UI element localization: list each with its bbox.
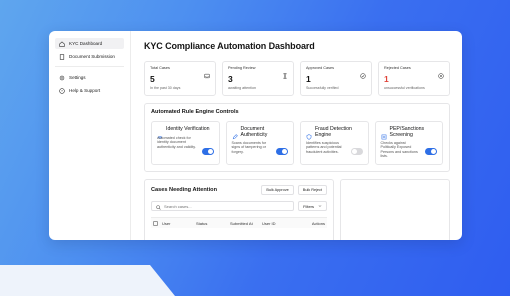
- help-circle-icon: ?: [59, 87, 65, 94]
- filters-label: Filters: [303, 203, 314, 209]
- filters-dropdown[interactable]: Filters: [298, 201, 327, 211]
- home-icon: [59, 41, 65, 47]
- rule-toggle-pep[interactable]: [425, 148, 437, 155]
- bulk-reject-button[interactable]: Bulk Reject: [297, 185, 327, 195]
- stat-subtext: awaiting attention: [228, 86, 256, 90]
- chevron-down-icon: [318, 204, 322, 209]
- stat-card-total: Total Cases 5 In the past 30 days: [144, 61, 216, 96]
- rule-description: Scans documents for signs of tampering o…: [231, 141, 267, 154]
- stat-subtext: unsuccessful verifications: [384, 86, 425, 90]
- search-box: [151, 201, 295, 211]
- rule-card-identity: Identity Verification Automated check fo…: [151, 121, 220, 165]
- stat-value: 1: [384, 74, 389, 84]
- list-icon: [381, 127, 387, 140]
- sidebar-item-label: Document Submission: [69, 54, 115, 59]
- gear-icon: [59, 75, 65, 81]
- column-header-submitted[interactable]: Submitted At: [230, 221, 262, 226]
- table-header: User Status Submitted At User ID Actions: [151, 217, 327, 228]
- page-title: KYC Compliance Automation Dashboard: [144, 41, 315, 51]
- stat-subtext: In the past 30 days: [150, 86, 181, 90]
- bottom-row: Cases Needing Attention Bulk Approve Bul…: [144, 179, 450, 240]
- rule-engine-panel: Automated Rule Engine Controls Identity …: [144, 103, 450, 172]
- svg-text:?: ?: [61, 89, 63, 93]
- cases-title: Cases Needing Attention: [151, 187, 217, 193]
- cases-panel: Cases Needing Attention Bulk Approve Bul…: [144, 179, 334, 240]
- rule-name: PEP/Sanctions Screening: [389, 126, 425, 138]
- stat-value: 3: [228, 74, 233, 84]
- search-icon: [156, 197, 161, 215]
- rule-description: Identifies suspicious patterns and poten…: [306, 141, 342, 154]
- stat-label: Pending Review: [228, 66, 256, 70]
- rule-name: Document Authenticity: [240, 126, 268, 138]
- app-window: KYC Dashboard Document Submission Settin…: [49, 31, 462, 240]
- stat-value: 5: [150, 74, 155, 84]
- document-icon: [59, 53, 65, 60]
- rule-name: Fraud Detection Engine: [315, 126, 352, 138]
- sidebar-item-label: Help & Support: [69, 88, 101, 93]
- column-header-actions: Actions: [311, 220, 325, 226]
- side-panel: [340, 179, 450, 240]
- sidebar-item-settings[interactable]: Settings: [55, 72, 124, 83]
- rule-card-pep: PEP/Sanctions Screening Checks against P…: [374, 121, 443, 165]
- sidebar-item-help[interactable]: ? Help & Support: [55, 85, 124, 96]
- column-header-status[interactable]: Status: [196, 221, 230, 226]
- search-input[interactable]: [164, 203, 290, 209]
- rule-description: Checks against Politically Exposed Perso…: [380, 141, 418, 159]
- main-content: KYC Compliance Automation Dashboard Tota…: [131, 31, 462, 240]
- check-circle-icon: [360, 66, 366, 79]
- rule-toggle-fraud[interactable]: [350, 148, 363, 155]
- rule-card-document: Document Authenticity Scans documents fo…: [225, 121, 294, 165]
- column-header-user-id[interactable]: User ID: [262, 221, 298, 226]
- sidebar: KYC Dashboard Document Submission Settin…: [49, 31, 131, 240]
- rule-toggle-document[interactable]: [276, 148, 288, 155]
- bulk-approve-button[interactable]: Bulk Approve: [261, 185, 294, 195]
- fingerprint-icon: [157, 127, 163, 139]
- stat-card-rejected: Rejected Cases 1 unsuccessful verificati…: [378, 61, 450, 96]
- pen-icon: [232, 127, 238, 140]
- stats-row: Total Cases 5 In the past 30 days Pendin…: [144, 61, 450, 96]
- stat-value: 1: [306, 74, 311, 84]
- stat-label: Rejected Cases: [384, 66, 411, 70]
- sidebar-item-document-submission[interactable]: Document Submission: [55, 51, 124, 62]
- sidebar-item-label: KYC Dashboard: [69, 41, 103, 46]
- sidebar-divider: [55, 66, 124, 67]
- hourglass-icon: [282, 66, 288, 79]
- rule-name: Identity Verification: [166, 126, 210, 132]
- stat-card-approved: Approved Cases 1 Successfully verified: [300, 61, 372, 96]
- stat-card-pending: Pending Review 3 awaiting attention: [222, 61, 294, 96]
- column-header-user[interactable]: User: [162, 221, 196, 226]
- select-all-checkbox[interactable]: [153, 220, 158, 226]
- rule-card-fraud: Fraud Detection Engine Identifies suspic…: [300, 121, 369, 165]
- rule-description: Automated check for identity document au…: [157, 136, 196, 149]
- inbox-icon: [204, 66, 210, 79]
- stat-label: Total Cases: [150, 66, 170, 70]
- stat-subtext: Successfully verified: [306, 86, 339, 90]
- rule-engine-title: Automated Rule Engine Controls: [151, 109, 239, 115]
- rule-toggle-identity[interactable]: [201, 148, 214, 155]
- sidebar-item-kyc-dashboard[interactable]: KYC Dashboard: [55, 38, 124, 49]
- rule-cards: Identity Verification Automated check fo…: [151, 121, 443, 165]
- stat-label: Approved Cases: [306, 66, 335, 70]
- shield-icon: [306, 127, 312, 140]
- sidebar-item-label: Settings: [69, 75, 86, 80]
- x-circle-icon: [438, 66, 444, 79]
